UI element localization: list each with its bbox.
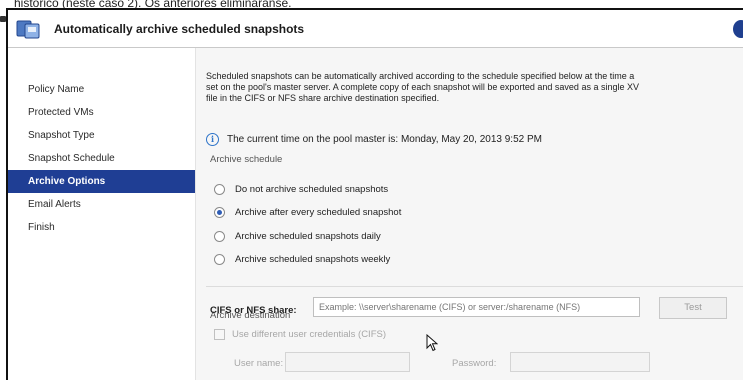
credentials-checkbox-label: Use different user credentials (CIFS) (232, 329, 386, 340)
mouse-pointer-icon (426, 334, 438, 352)
credentials-checkbox[interactable] (214, 329, 225, 340)
pool-time-info: i The current time on the pool master is… (206, 132, 542, 146)
pool-time-text: The current time on the pool master is: … (227, 133, 542, 145)
cifs-share-label: CIFS or NFS share: (210, 305, 297, 316)
intro-description: Scheduled snapshots can be automatically… (206, 71, 743, 104)
cifs-share-input[interactable] (313, 297, 640, 317)
use-different-credentials-option[interactable]: Use different user credentials (CIFS) (214, 329, 386, 340)
radio-label: Do not archive scheduled snapshots (235, 183, 389, 195)
username-input[interactable] (285, 352, 410, 372)
radio-button-selected[interactable] (214, 206, 225, 218)
radio-option-weekly[interactable]: Archive scheduled snapshots weekly (214, 252, 390, 266)
sidebar-item-policy-name[interactable]: Policy Name (8, 78, 195, 101)
radio-option-no-archive[interactable]: Do not archive scheduled snapshots (214, 182, 388, 196)
password-input[interactable] (510, 352, 650, 372)
radio-option-daily[interactable]: Archive scheduled snapshots daily (214, 229, 381, 243)
help-icon[interactable] (733, 20, 743, 38)
radio-label: Archive scheduled snapshots weekly (235, 253, 391, 265)
wizard-step-list: Policy Name Protected VMs Snapshot Type … (8, 48, 196, 380)
radio-button[interactable] (214, 183, 225, 195)
intro-line-2: set on the pool's master server. A compl… (206, 82, 639, 92)
radio-button[interactable] (214, 253, 225, 265)
wizard-window: Automatically archive scheduled snapshot… (6, 8, 743, 380)
sidebar-item-snapshot-schedule[interactable]: Snapshot Schedule (8, 147, 195, 170)
radio-label: Archive after every scheduled snapshot (235, 206, 402, 218)
password-label: Password: (452, 358, 497, 369)
radio-button[interactable] (214, 230, 225, 242)
username-label: User name: (234, 358, 284, 369)
sidebar-item-email-alerts[interactable]: Email Alerts (8, 193, 195, 216)
sidebar-item-finish[interactable]: Finish (8, 216, 195, 239)
intro-line-3: file in the CIFS or NFS share archive de… (206, 93, 440, 103)
wizard-title: Automatically archive scheduled snapshot… (54, 22, 305, 36)
wizard-header: Automatically archive scheduled snapshot… (8, 10, 743, 48)
archive-schedule-label: Archive schedule (210, 154, 283, 165)
sidebar-item-snapshot-type[interactable]: Snapshot Type (8, 124, 195, 147)
radio-option-every-snapshot[interactable]: Archive after every scheduled snapshot (214, 205, 401, 219)
snapshot-icon (16, 20, 40, 39)
intro-line-1: Scheduled snapshots can be automatically… (206, 71, 635, 81)
sidebar-item-protected-vms[interactable]: Protected VMs (8, 101, 195, 124)
sidebar-item-archive-options[interactable]: Archive Options (8, 170, 195, 193)
info-icon: i (206, 132, 219, 146)
radio-label: Archive scheduled snapshots daily (235, 230, 381, 242)
test-button[interactable]: Test (659, 297, 727, 319)
